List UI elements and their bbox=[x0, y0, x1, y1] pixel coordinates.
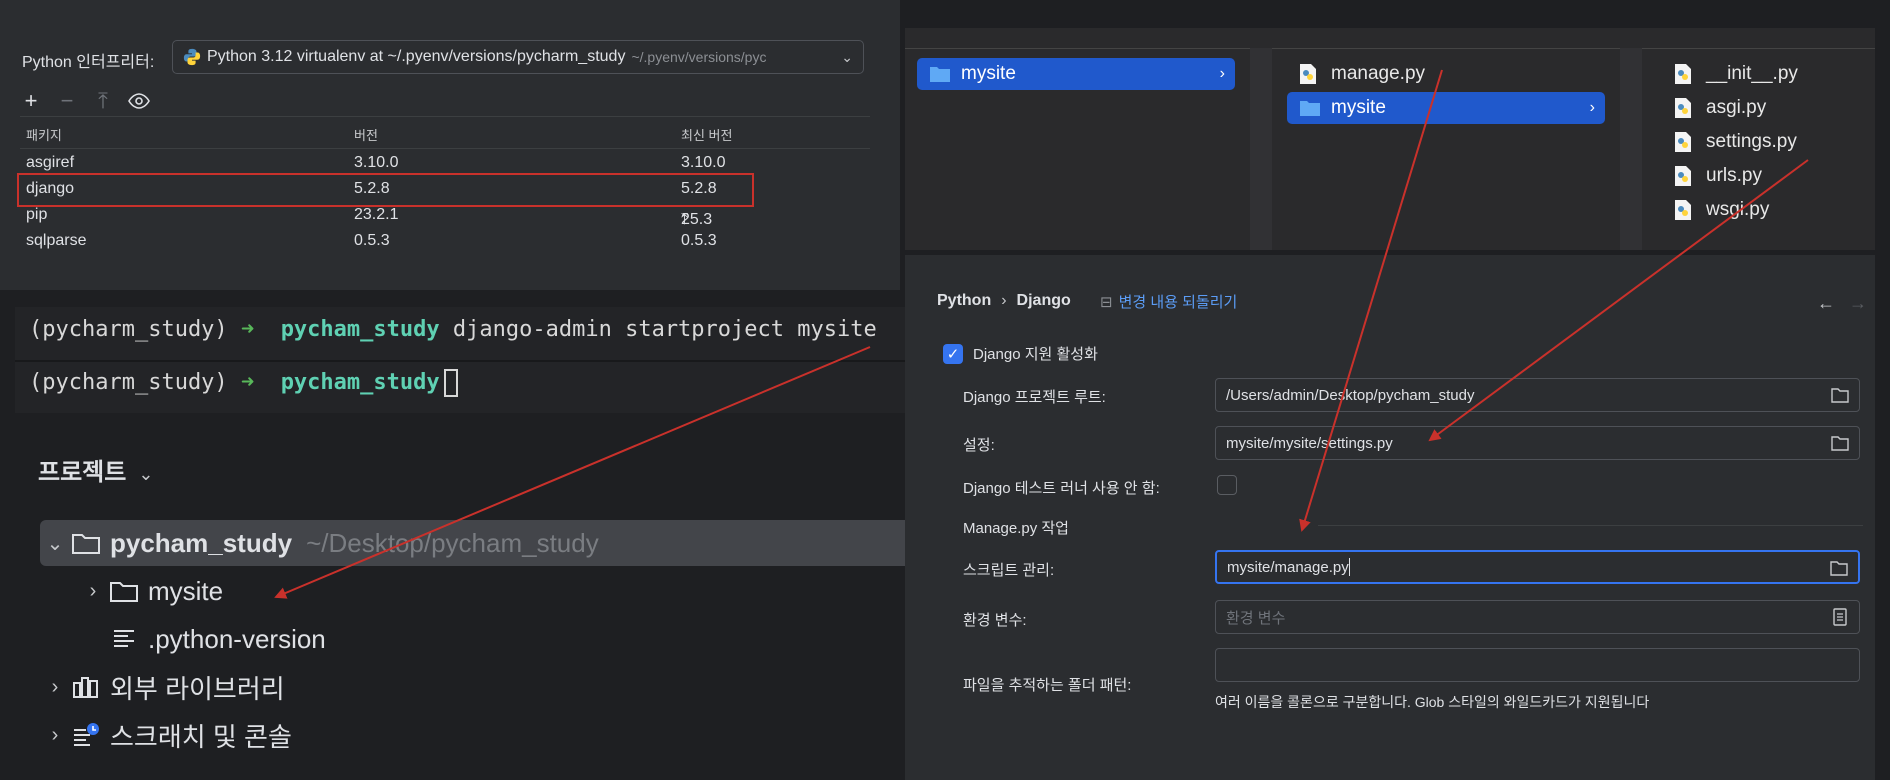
annotation-arrows bbox=[274, 69, 1809, 599]
annotation-arrow bbox=[1428, 159, 1809, 442]
annotation-arrow bbox=[1299, 69, 1443, 532]
annotation-arrow bbox=[274, 346, 871, 599]
